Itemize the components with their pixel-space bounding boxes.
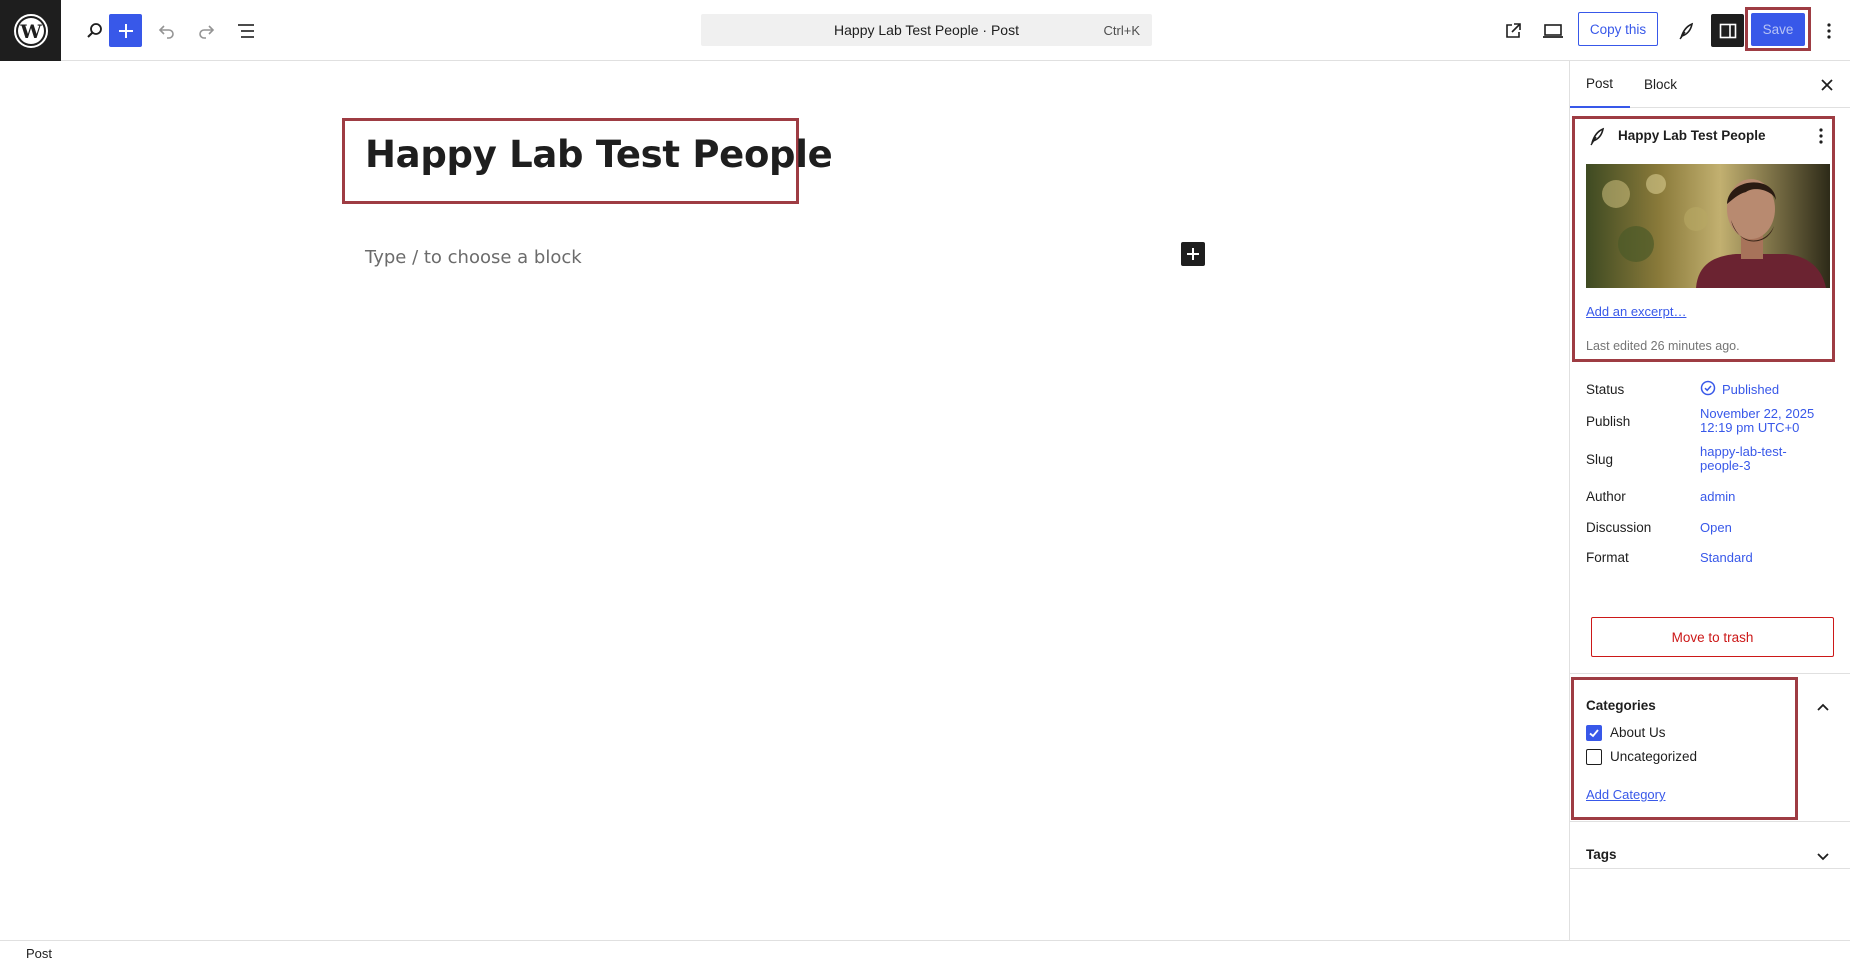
section-divider	[1570, 673, 1850, 674]
sidebar-tabs: Post Block	[1570, 61, 1850, 108]
preview-device-icon[interactable]	[1536, 14, 1570, 48]
document-title: Happy Lab Test People · Post	[834, 22, 1019, 38]
format-label: Format	[1586, 550, 1629, 565]
editor-header: W Happy Lab Test People · Post Ctrl+K Co…	[0, 0, 1850, 61]
section-divider	[1570, 821, 1850, 822]
author-value[interactable]: admin	[1700, 490, 1735, 504]
slug-line1: happy-lab-test-	[1700, 444, 1787, 459]
slug-label: Slug	[1586, 452, 1614, 467]
view-post-external-icon[interactable]	[1496, 14, 1530, 48]
sidebar-icon	[1719, 23, 1736, 38]
status-value[interactable]: Published	[1722, 383, 1779, 397]
discussion-value[interactable]: Open	[1700, 521, 1732, 535]
section-divider	[1570, 868, 1850, 869]
settings-sidebar: Post Block Happy Lab Test People Add an …	[1569, 61, 1850, 940]
undo-icon[interactable]	[150, 14, 184, 48]
discussion-label: Discussion	[1586, 520, 1652, 535]
settings-sidebar-toggle[interactable]	[1711, 14, 1744, 47]
featured-image[interactable]	[1586, 164, 1830, 288]
block-placeholder[interactable]: Type / to choose a block	[365, 247, 582, 268]
chevron-down-icon[interactable]	[1816, 849, 1830, 867]
post-summary-title: Happy Lab Test People	[1618, 128, 1766, 143]
editor-footer: Post	[0, 940, 1850, 966]
post-title[interactable]: Happy Lab Test People	[365, 133, 833, 176]
add-category-link[interactable]: Add Category	[1586, 787, 1666, 802]
svg-text:W: W	[19, 21, 42, 43]
about-us-checkbox[interactable]	[1586, 725, 1602, 741]
document-overview-icon[interactable]	[229, 14, 263, 48]
chevron-up-icon[interactable]	[1816, 699, 1830, 717]
about-us-label: About Us	[1610, 725, 1666, 740]
save-highlight: Save	[1745, 7, 1811, 51]
publish-date-line2: 12:19 pm UTC+0	[1700, 420, 1800, 435]
tab-post[interactable]: Post	[1570, 61, 1630, 108]
slug-line2: people-3	[1700, 458, 1751, 473]
copy-this-button[interactable]: Copy this	[1578, 12, 1658, 46]
published-check-icon	[1700, 380, 1716, 401]
move-to-trash-button[interactable]: Move to trash	[1591, 617, 1834, 657]
status-label: Status	[1586, 382, 1625, 397]
close-icon[interactable]	[1817, 75, 1837, 95]
wordpress-logo-icon[interactable]: W	[0, 0, 61, 61]
add-excerpt-link[interactable]: Add an excerpt…	[1586, 304, 1686, 319]
search-icon[interactable]	[78, 14, 112, 48]
check-icon	[1589, 729, 1599, 738]
author-label: Author	[1586, 489, 1626, 504]
format-value[interactable]: Standard	[1700, 551, 1753, 565]
publish-date-line1: November 22, 2025	[1700, 406, 1815, 421]
tags-title[interactable]: Tags	[1586, 847, 1617, 862]
uncategorized-label: Uncategorized	[1610, 749, 1698, 764]
redo-icon[interactable]	[189, 14, 223, 48]
last-edited-text: Last edited 26 minutes ago.	[1586, 339, 1740, 353]
add-block-button[interactable]	[1181, 242, 1205, 266]
post-type-icon	[1588, 126, 1606, 151]
options-menu-icon[interactable]	[1812, 14, 1846, 48]
block-inserter-button[interactable]	[109, 14, 142, 47]
publish-date-value[interactable]: November 22, 2025 12:19 pm UTC+0	[1700, 407, 1814, 435]
uncategorized-checkbox[interactable]	[1586, 749, 1602, 765]
publish-label: Publish	[1586, 414, 1631, 429]
post-actions-icon[interactable]	[1818, 127, 1824, 150]
feather-plugin-icon[interactable]	[1669, 14, 1703, 48]
categories-title[interactable]: Categories	[1586, 698, 1656, 713]
command-palette-bar[interactable]: Happy Lab Test People · Post Ctrl+K	[701, 14, 1152, 46]
plus-icon	[1187, 248, 1199, 260]
save-button[interactable]: Save	[1751, 12, 1805, 46]
breadcrumb[interactable]: Post	[26, 946, 52, 961]
tab-block[interactable]: Block	[1644, 61, 1704, 108]
slug-value[interactable]: happy-lab-test- people-3	[1700, 445, 1787, 473]
shortcut-hint: Ctrl+K	[1103, 23, 1140, 38]
